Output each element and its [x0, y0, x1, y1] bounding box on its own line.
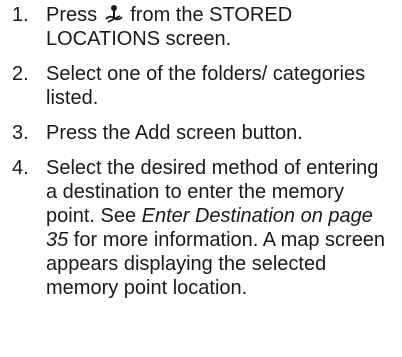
step-text-part: Press — [46, 4, 103, 26]
step-3: 3. Press the Add screen button. — [0, 121, 402, 145]
step-4: 4. Select the desired method of entering… — [0, 156, 402, 300]
instruction-page: 1. Press from the STORED LOCATIONS scree… — [0, 0, 402, 357]
step-1: 1. Press from the STORED LOCATIONS scree… — [0, 3, 402, 51]
step-text: Press from the STORED LOCATIONS screen. — [46, 3, 391, 51]
step-text: Press the Add screen button. — [46, 122, 303, 144]
step-number: 2. — [12, 63, 29, 85]
step-number: 4. — [12, 157, 29, 179]
step-text: Select one of the folders/ categories li… — [46, 63, 366, 109]
step-number: 3. — [12, 122, 29, 144]
memory-pin-icon — [104, 4, 124, 24]
step-text-part: for more information. A map screen appea… — [46, 229, 386, 299]
step-number: 1. — [12, 4, 29, 26]
step-text: Select the desired method of entering a … — [46, 156, 391, 300]
steps-list: 1. Press from the STORED LOCATIONS scree… — [0, 3, 402, 300]
step-2: 2. Select one of the folders/ categories… — [0, 62, 402, 110]
